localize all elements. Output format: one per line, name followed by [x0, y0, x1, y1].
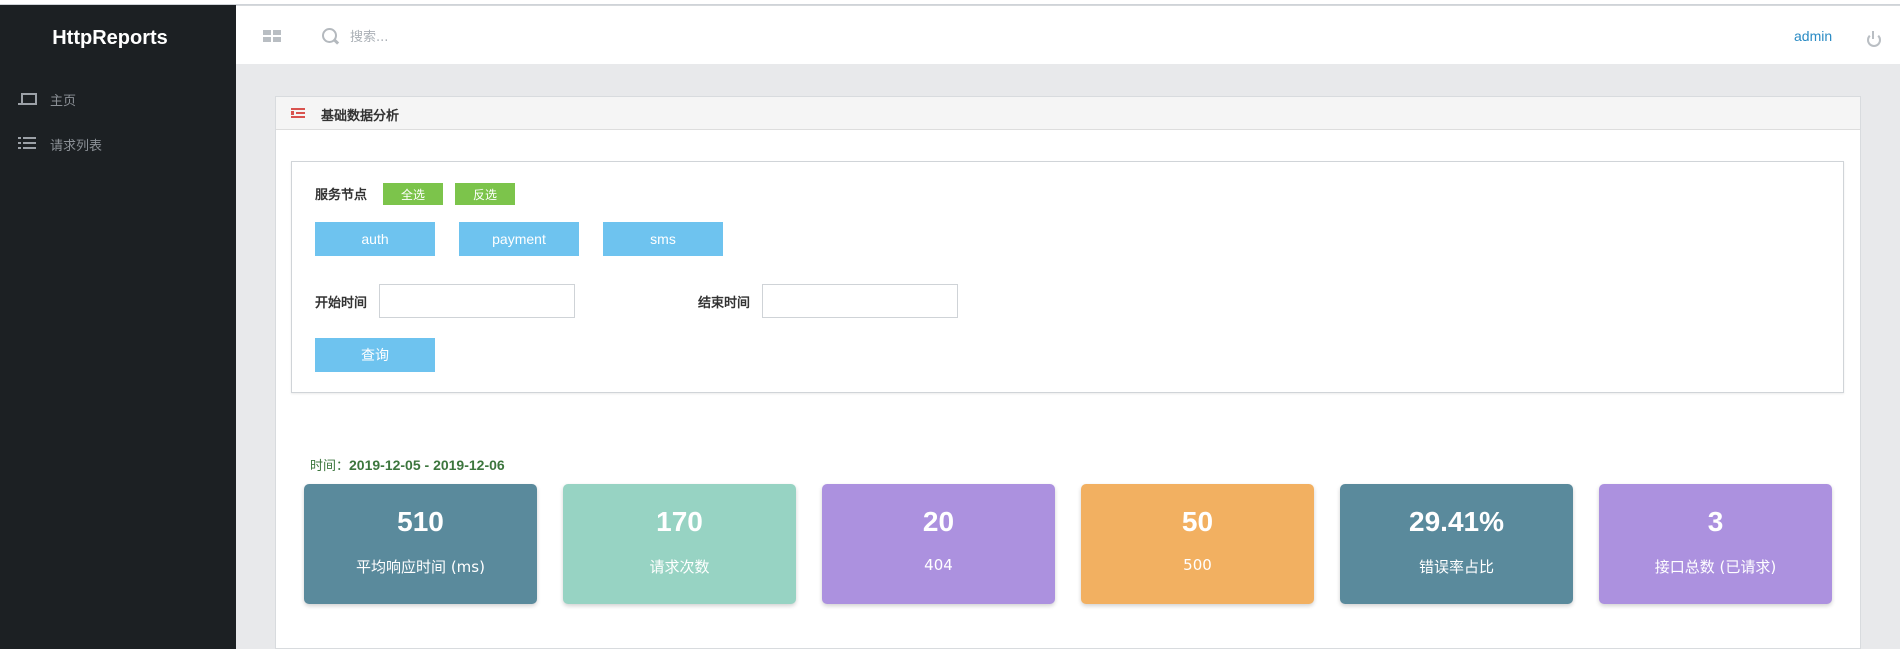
panel-title: 基础数据分析: [321, 109, 400, 124]
stat-label: 请求次数: [649, 558, 710, 576]
stat-value: 29.41%: [1409, 506, 1504, 537]
sidebar: HttpReports 主页 请求列表: [0, 5, 236, 649]
power-icon[interactable]: [1866, 31, 1882, 47]
filter-form: 服务节点 全选 反选 auth payment sms 开始时间 结束时间 查询: [291, 161, 1844, 393]
stat-card-request-count: 170 请求次数: [563, 484, 796, 604]
sidebar-item-label: 主页: [50, 93, 77, 109]
search-input[interactable]: [350, 26, 650, 48]
time-range-prefix: 时间：: [310, 459, 350, 474]
stat-label: 错误率占比: [1418, 558, 1494, 576]
app-brand: HttpReports: [52, 27, 168, 49]
stat-card-500: 50 500: [1081, 484, 1314, 604]
panel-header: 基础数据分析: [276, 97, 1860, 130]
service-payment-button[interactable]: payment: [459, 222, 579, 256]
stat-value: 510: [397, 506, 444, 537]
stat-value: 50: [1181, 506, 1214, 537]
service-node-label: 服务节点: [315, 188, 368, 203]
top-bar: admin: [236, 5, 1900, 64]
service-sms-button[interactable]: sms: [603, 222, 723, 256]
stat-label: 404: [924, 556, 953, 574]
search-icon: [322, 28, 340, 46]
time-range-value: 2019-12-05 - 2019-12-06: [349, 457, 505, 473]
stat-label: 500: [1183, 556, 1212, 574]
stat-label: 平均响应时间 (ms): [356, 558, 485, 576]
grid-toggle-icon[interactable]: [263, 30, 281, 43]
query-button[interactable]: 查询: [315, 338, 435, 372]
sidebar-item-request-list[interactable]: 请求列表: [0, 126, 236, 162]
list-icon: [18, 137, 38, 151]
stat-card-avg-response: 510 平均响应时间 (ms): [304, 484, 537, 604]
invert-select-button[interactable]: 反选: [455, 183, 515, 205]
stat-label: 接口总数 (已请求): [1654, 558, 1777, 576]
stat-card-404: 20 404: [822, 484, 1055, 604]
stat-value: 3: [1707, 506, 1724, 537]
start-time-label: 开始时间: [315, 296, 368, 311]
sidebar-item-home[interactable]: 主页: [0, 81, 236, 117]
stat-card-api-total: 3 接口总数 (已请求): [1599, 484, 1832, 604]
end-time-field[interactable]: [762, 284, 958, 318]
time-range: 时间：2019-12-05 - 2019-12-06: [310, 455, 505, 474]
end-time-label: 结束时间: [698, 296, 751, 311]
indent-icon: [291, 108, 305, 119]
start-time-field[interactable]: [379, 284, 575, 318]
user-menu-link[interactable]: admin: [1794, 28, 1832, 44]
sidebar-item-label: 请求列表: [50, 138, 103, 154]
stat-card-error-rate: 29.41% 错误率占比: [1340, 484, 1573, 604]
select-all-button[interactable]: 全选: [383, 183, 443, 205]
service-auth-button[interactable]: auth: [315, 222, 435, 256]
stat-value: 20: [922, 506, 955, 537]
stat-value: 170: [656, 506, 703, 537]
laptop-icon: [18, 92, 38, 106]
